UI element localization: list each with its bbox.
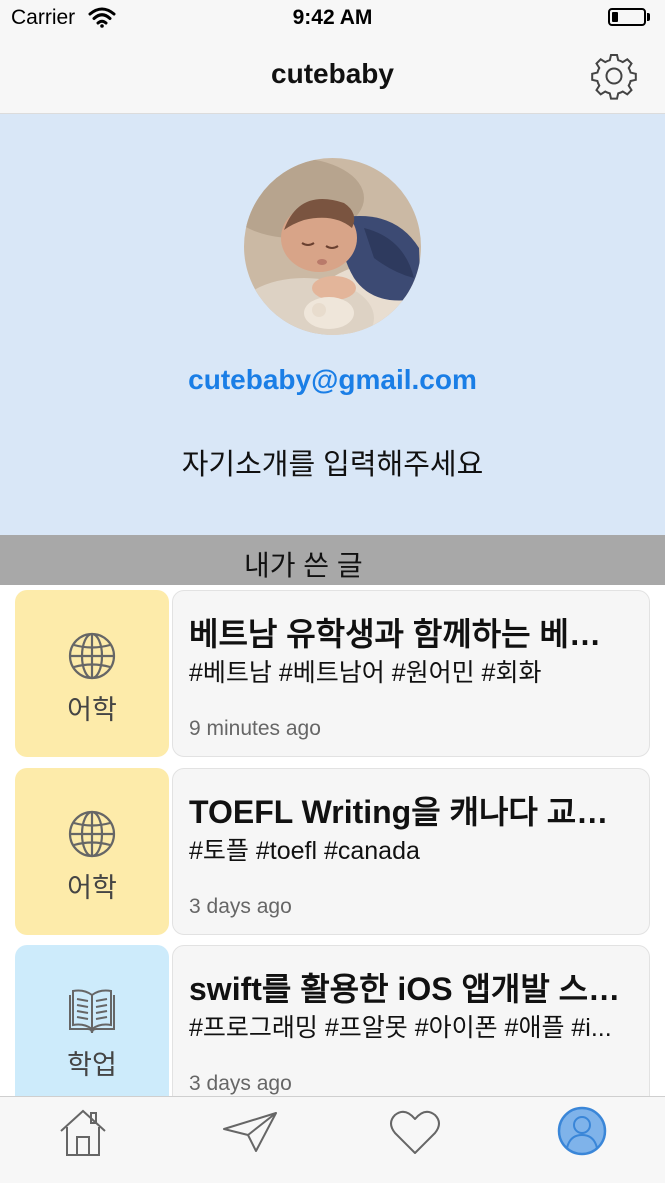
- category-label: 학업: [67, 1050, 117, 1080]
- profile-icon: [557, 1106, 607, 1156]
- category-tile: 어학: [15, 768, 169, 935]
- post-card[interactable]: TOEFL Writing을 캐나다 교… #토플 #toefl #canada…: [172, 768, 650, 935]
- post-time: 3 days ago: [189, 895, 292, 918]
- gear-icon: [591, 54, 637, 100]
- list-item[interactable]: 어학 TOEFL Writing을 캐나다 교… #토플 #toefl #can…: [0, 763, 665, 935]
- list-item[interactable]: 어학 베트남 유학생과 함께하는 베… #베트남 #베트남어 #원어민 #회화 …: [0, 585, 665, 757]
- section-header: 내가 쓴 글: [0, 535, 665, 585]
- post-tags: #프로그래밍 #프알못 #아이폰 #애플 #i...: [189, 1014, 612, 1042]
- post-tags: #베트남 #베트남어 #원어민 #회화: [189, 659, 542, 687]
- tab-home[interactable]: [53, 1103, 113, 1159]
- globe-icon: [68, 810, 116, 858]
- globe-icon: [68, 632, 116, 680]
- home-icon: [60, 1109, 106, 1156]
- profile-intro[interactable]: 자기소개를 입력해주세요: [0, 441, 665, 483]
- category-label: 어학: [67, 873, 117, 903]
- profile-email[interactable]: cutebaby@gmail.com: [0, 364, 665, 396]
- status-bar: Carrier 9:42 AM: [0, 0, 665, 38]
- list-item[interactable]: 학업 swift를 활용한 iOS 앱개발 스… #프로그래밍 #프알못 #아이…: [0, 940, 665, 1096]
- category-label: 어학: [67, 695, 117, 725]
- category-tile: 학업: [15, 945, 169, 1096]
- post-card[interactable]: 베트남 유학생과 함께하는 베… #베트남 #베트남어 #원어민 #회화 9 m…: [172, 590, 650, 757]
- post-title: TOEFL Writing을 캐나다 교…: [189, 794, 609, 830]
- tab-favorites[interactable]: [385, 1103, 445, 1159]
- post-tags: #토플 #toefl #canada: [189, 837, 420, 865]
- battery-cap: [647, 13, 650, 21]
- tab-send[interactable]: [220, 1103, 280, 1159]
- post-list[interactable]: 어학 베트남 유학생과 함께하는 베… #베트남 #베트남어 #원어민 #회화 …: [0, 585, 665, 1096]
- tab-profile[interactable]: [552, 1103, 612, 1159]
- section-title: 내가 쓴 글: [244, 550, 363, 581]
- book-icon: [69, 989, 115, 1034]
- status-time: 9:42 AM: [292, 6, 373, 29]
- post-title: swift를 활용한 iOS 앱개발 스…: [189, 971, 621, 1007]
- baby-photo: [244, 158, 421, 335]
- heart-icon: [390, 1110, 440, 1154]
- tab-bar: [0, 1096, 665, 1183]
- category-tile: 어학: [15, 590, 169, 757]
- navigation-bar: cutebaby: [0, 38, 665, 114]
- nav-title: cutebaby: [271, 58, 394, 89]
- post-card[interactable]: swift를 활용한 iOS 앱개발 스… #프로그래밍 #프알못 #아이폰 #…: [172, 945, 650, 1096]
- avatar[interactable]: [244, 158, 421, 335]
- battery-icon: [608, 8, 646, 26]
- post-time: 3 days ago: [189, 1072, 292, 1095]
- profile-header: cutebaby@gmail.com 자기소개를 입력해주세요: [0, 114, 665, 535]
- settings-button[interactable]: [588, 50, 640, 102]
- send-icon: [223, 1112, 277, 1152]
- post-time: 9 minutes ago: [189, 717, 321, 740]
- post-title: 베트남 유학생과 함께하는 베…: [189, 616, 601, 652]
